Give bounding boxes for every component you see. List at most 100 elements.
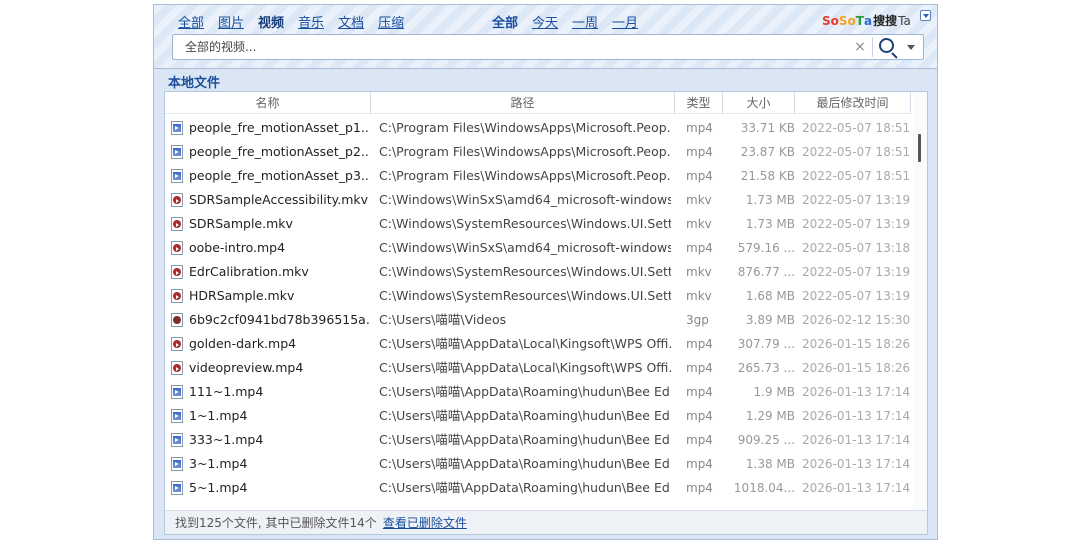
- header-bar: 全部图片视频音乐文档压缩 全部今天一周一月 So So T a 搜搜 Ta ×: [154, 5, 937, 69]
- category-1[interactable]: 图片: [218, 12, 244, 31]
- logo-part-2: So: [838, 13, 856, 28]
- file-size: 1.38 MB: [745, 457, 795, 471]
- column-header-size[interactable]: 大小: [723, 92, 795, 114]
- table-row[interactable]: 1~1.mp4 C:\Users\喵喵\AppData\Roaming\hudun…: [165, 404, 911, 428]
- category-5[interactable]: 压缩: [378, 12, 404, 31]
- column-header-name[interactable]: 名称: [165, 92, 371, 114]
- time-filter-3[interactable]: 一月: [612, 12, 638, 31]
- file-type: mp4: [686, 241, 713, 255]
- column-header-path[interactable]: 路径: [371, 92, 675, 114]
- clear-search-icon[interactable]: ×: [853, 38, 867, 56]
- file-path: C:\Users\喵喵\AppData\Local\Kingsoft\WPS O…: [379, 360, 671, 375]
- table-row[interactable]: 333~1.mp4 C:\Users\喵喵\AppData\Roaming\hud…: [165, 428, 911, 452]
- table-header: 名称 路径 类型 大小 最后修改时间: [165, 92, 911, 114]
- file-path: C:\Users\喵喵\AppData\Roaming\hudun\Bee Ed…: [379, 456, 671, 471]
- chevron-down-icon[interactable]: [907, 45, 915, 50]
- file-name: 1~1.mp4: [189, 408, 248, 423]
- time-filter-1[interactable]: 今天: [532, 12, 558, 31]
- file-modified: 2022-05-07 13:19: [802, 265, 910, 279]
- file-name: SDRSample.mkv: [189, 216, 293, 231]
- file-size: 23.87 KB: [740, 145, 795, 159]
- file-type: 3gp: [686, 313, 709, 327]
- app-window: 全部图片视频音乐文档压缩 全部今天一周一月 So So T a 搜搜 Ta × …: [153, 4, 938, 540]
- status-bar: 找到125个文件, 其中已删除文件14个 查看已删除文件: [165, 510, 927, 534]
- file-type: mp4: [686, 385, 713, 399]
- table-row[interactable]: EdrCalibration.mkv C:\Windows\SystemResou…: [165, 260, 911, 284]
- table-row[interactable]: 3~1.mp4 C:\Users\喵喵\AppData\Roaming\hudun…: [165, 452, 911, 476]
- category-2[interactable]: 视频: [258, 12, 284, 31]
- table-row[interactable]: videopreview.mp4 C:\Users\喵喵\AppData\Loca…: [165, 356, 911, 380]
- file-path: C:\Users\喵喵\AppData\Roaming\hudun\Bee Ed…: [379, 480, 671, 495]
- file-path: C:\Users\喵喵\AppData\Local\Kingsoft\WPS O…: [379, 336, 671, 351]
- file-size: 265.73 ...: [737, 361, 795, 375]
- file-path: C:\Program Files\WindowsApps\Microsoft.P…: [379, 168, 671, 183]
- table-row[interactable]: 5~1.mp4 C:\Users\喵喵\AppData\Roaming\hudun…: [165, 476, 911, 500]
- file-name: HDRSample.mkv: [189, 288, 295, 303]
- file-modified: 2026-01-13 17:14: [802, 433, 910, 447]
- file-modified: 2026-02-12 15:30: [802, 313, 910, 327]
- file-name: videopreview.mp4: [189, 360, 304, 375]
- file-modified: 2026-01-15 18:26: [802, 337, 910, 351]
- category-4[interactable]: 文档: [338, 12, 364, 31]
- file-path: C:\Users\喵喵\AppData\Roaming\hudun\Bee Ed…: [379, 408, 671, 423]
- file-type: mp4: [686, 121, 713, 135]
- file-name: golden-dark.mp4: [189, 336, 297, 351]
- column-header-modified[interactable]: 最后修改时间: [795, 92, 911, 114]
- logo-part-3: T: [855, 13, 864, 28]
- file-size: 1.9 MB: [753, 385, 795, 399]
- file-modified: 2022-05-07 13:18: [802, 241, 910, 255]
- table-row[interactable]: 6b9c2cf0941bd78b396515a... C:\Users\喵喵\Vi…: [165, 308, 911, 332]
- file-name: people_fre_motionAsset_p1....: [189, 120, 369, 135]
- search-button[interactable]: [877, 37, 923, 57]
- file-path: C:\Program Files\WindowsApps\Microsoft.P…: [379, 120, 671, 135]
- table-row[interactable]: SDRSample.mkv C:\Windows\SystemResources\…: [165, 212, 911, 236]
- file-modified: 2022-05-07 13:19: [802, 193, 910, 207]
- file-type: mkv: [686, 289, 712, 303]
- file-path: C:\Users\喵喵\Videos: [379, 312, 507, 327]
- search-input[interactable]: [173, 35, 853, 59]
- file-name: 111~1.mp4: [189, 384, 264, 399]
- app-logo: So So T a 搜搜 Ta: [822, 12, 911, 29]
- file-type: mp4: [686, 409, 713, 423]
- video-file-icon: [171, 121, 183, 135]
- time-filter-2[interactable]: 一周: [572, 12, 598, 31]
- section-title-local-files: 本地文件: [168, 76, 221, 91]
- view-deleted-files-link[interactable]: 查看已删除文件: [383, 516, 467, 530]
- file-size: 909.25 ...: [737, 433, 795, 447]
- file-path: C:\Users\喵喵\AppData\Roaming\hudun\Bee Ed…: [379, 432, 671, 447]
- file-path: C:\Windows\SystemResources\Windows.UI.Se…: [379, 264, 671, 279]
- file-name: 3~1.mp4: [189, 456, 248, 471]
- logo-part-4: a: [863, 13, 873, 28]
- results-panel: 名称 路径 类型 大小 最后修改时间 people_fre_motionAsse…: [164, 91, 928, 535]
- file-type: mp4: [686, 361, 713, 375]
- search-box: ×: [172, 34, 924, 60]
- table-row[interactable]: 111~1.mp4 C:\Users\喵喵\AppData\Roaming\hud…: [165, 380, 911, 404]
- category-3[interactable]: 音乐: [298, 12, 324, 31]
- column-header-type[interactable]: 类型: [675, 92, 723, 114]
- table-row[interactable]: people_fre_motionAsset_p2.... C:\Program …: [165, 140, 911, 164]
- file-size: 1018.04...: [733, 481, 795, 495]
- video-file-icon: [171, 289, 183, 303]
- vertical-scrollbar[interactable]: [913, 92, 927, 512]
- file-modified: 2026-01-13 17:14: [802, 409, 910, 423]
- video-file-icon: [171, 481, 183, 495]
- table-row[interactable]: HDRSample.mkv C:\Windows\SystemResources\…: [165, 284, 911, 308]
- table-row[interactable]: SDRSampleAccessibility.mkv C:\Windows\Win…: [165, 188, 911, 212]
- table-row[interactable]: people_fre_motionAsset_p3.... C:\Program …: [165, 164, 911, 188]
- table-row[interactable]: people_fre_motionAsset_p1.... C:\Program …: [165, 116, 911, 140]
- file-type: mp4: [686, 481, 713, 495]
- file-type: mkv: [686, 193, 712, 207]
- file-modified: 2026-01-13 17:14: [802, 481, 910, 495]
- time-filter-0[interactable]: 全部: [492, 12, 518, 31]
- category-0[interactable]: 全部: [178, 12, 204, 31]
- scrollbar-thumb[interactable]: [918, 134, 921, 162]
- file-size: 1.73 MB: [745, 193, 795, 207]
- logo-chinese-name: 搜搜: [873, 14, 898, 28]
- logo-suffix: Ta: [898, 13, 911, 28]
- table-row[interactable]: oobe-intro.mp4 C:\Windows\WinSxS\amd64_mi…: [165, 236, 911, 260]
- video-file-icon: [171, 241, 183, 255]
- table-row[interactable]: golden-dark.mp4 C:\Users\喵喵\AppData\Local…: [165, 332, 911, 356]
- file-size: 1.73 MB: [745, 217, 795, 231]
- video-file-icon: [171, 409, 183, 423]
- window-menu-dropdown-icon[interactable]: [920, 10, 931, 21]
